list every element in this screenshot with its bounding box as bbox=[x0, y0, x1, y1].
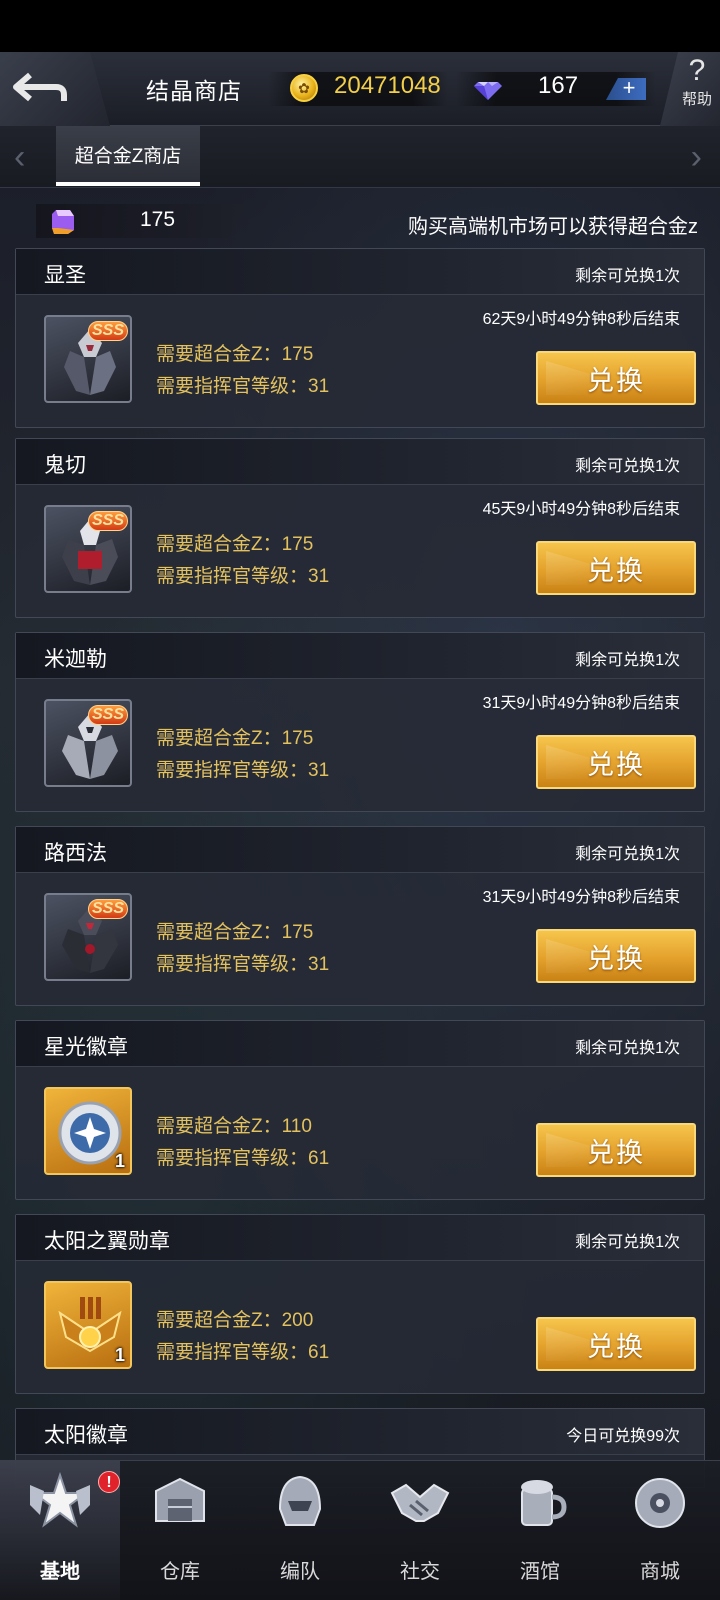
shop-orb-icon bbox=[635, 1478, 685, 1528]
item-remaining: 剩余可兑换1次 bbox=[575, 268, 680, 285]
item-remaining: 剩余可兑换1次 bbox=[575, 458, 680, 475]
required-level: 需要指挥官等级：31 bbox=[156, 566, 330, 587]
nav-base[interactable]: ! 基地 bbox=[0, 1461, 120, 1600]
exchange-button[interactable]: 兑换 bbox=[536, 541, 696, 595]
sun-wing-medal-icon bbox=[58, 1297, 122, 1353]
warehouse-icon bbox=[155, 1477, 205, 1522]
rarity-badge: SSS bbox=[87, 899, 128, 919]
gold-amount: 20471048 bbox=[334, 72, 441, 99]
item-remaining: 剩余可兑换1次 bbox=[575, 846, 680, 863]
required-alloy: 需要超合金Z：175 bbox=[156, 922, 314, 943]
shop-item-card: 星光徽章 剩余可兑换1次 1 需要超合金Z：110 需要指挥官等级：61 兑换 bbox=[15, 1020, 705, 1200]
back-button[interactable] bbox=[0, 52, 110, 126]
item-remaining: 剩余可兑换1次 bbox=[575, 652, 680, 669]
required-alloy: 需要超合金Z：175 bbox=[156, 344, 314, 365]
item-quantity: 1 bbox=[114, 1345, 125, 1365]
item-remaining: 剩余可兑换1次 bbox=[575, 1040, 680, 1057]
item-thumbnail[interactable]: SSS bbox=[44, 315, 132, 403]
bottom-navigation: ! 基地 仓库 编队 社交 酒馆 商城 bbox=[0, 1460, 720, 1600]
required-alloy: 需要超合金Z：110 bbox=[156, 1116, 312, 1137]
item-thumbnail[interactable]: SSS bbox=[44, 505, 132, 593]
question-icon: ? bbox=[688, 54, 706, 87]
nav-label: 酒馆 bbox=[520, 1561, 560, 1583]
item-timer: 62天9小时49分钟8秒后结束 bbox=[482, 311, 680, 328]
tab-prev-chevron-icon[interactable]: ‹ bbox=[14, 140, 25, 174]
back-arrow-icon bbox=[13, 72, 67, 102]
handshake-icon bbox=[390, 1483, 450, 1522]
exchange-button[interactable]: 兑换 bbox=[536, 929, 696, 983]
item-quantity: 1 bbox=[114, 1151, 125, 1171]
gold-coin-icon: ✿ bbox=[290, 74, 318, 102]
nav-social[interactable]: 社交 bbox=[360, 1461, 480, 1600]
rarity-badge: SSS bbox=[87, 705, 128, 725]
tab-next-chevron-icon[interactable]: › bbox=[691, 140, 702, 174]
help-label: 帮助 bbox=[681, 91, 712, 108]
page-title: 结晶商店 bbox=[146, 78, 242, 104]
nav-warehouse[interactable]: 仓库 bbox=[120, 1461, 240, 1600]
nav-tavern[interactable]: 酒馆 bbox=[480, 1461, 600, 1600]
item-name: 星光徽章 bbox=[44, 1036, 128, 1059]
shop-item-card: 鬼切 剩余可兑换1次 45天9小时49分钟8秒后结束 SSS 需要超合金Z：17… bbox=[15, 438, 705, 618]
base-star-icon bbox=[30, 1471, 90, 1528]
item-timer: 31天9小时49分钟8秒后结束 bbox=[482, 889, 680, 906]
item-timer: 45天9小时49分钟8秒后结束 bbox=[482, 501, 680, 518]
item-name: 米迦勒 bbox=[44, 648, 107, 671]
tab-alloy-z-shop[interactable]: 超合金Z商店 bbox=[56, 126, 200, 186]
nav-shop[interactable]: 商城 bbox=[600, 1461, 720, 1600]
nav-label: 编队 bbox=[280, 1561, 320, 1583]
item-remaining: 剩余可兑换1次 bbox=[575, 1234, 680, 1251]
item-name: 路西法 bbox=[44, 842, 107, 865]
required-alloy: 需要超合金Z：200 bbox=[156, 1310, 314, 1331]
exchange-button[interactable]: 兑换 bbox=[536, 351, 696, 405]
exchange-button[interactable]: 兑换 bbox=[536, 735, 696, 789]
nav-label: 仓库 bbox=[160, 1561, 200, 1583]
item-thumbnail[interactable]: SSS bbox=[44, 699, 132, 787]
shop-item-card: 米迦勒 剩余可兑换1次 31天9小时49分钟8秒后结束 SSS 需要超合金Z：1… bbox=[15, 632, 705, 812]
item-remaining: 今日可兑换99次 bbox=[566, 1428, 680, 1445]
required-level: 需要指挥官等级：31 bbox=[156, 954, 330, 975]
exchange-button[interactable]: 兑换 bbox=[536, 1123, 696, 1177]
nav-label: 基地 bbox=[40, 1561, 80, 1583]
nav-label: 社交 bbox=[400, 1561, 440, 1583]
required-alloy: 需要超合金Z：175 bbox=[156, 728, 314, 749]
required-level: 需要指挥官等级：61 bbox=[156, 1148, 330, 1169]
tab-bar: ‹ 超合金Z商店 › bbox=[0, 126, 720, 188]
status-bar bbox=[0, 0, 720, 52]
diamond-amount: 167 bbox=[538, 72, 579, 99]
shop-item-card: 太阳之翼勋章 剩余可兑换1次 1 需要超合金Z：200 需要指挥官等级：61 兑… bbox=[15, 1214, 705, 1394]
item-timer: 31天9小时49分钟8秒后结束 bbox=[482, 695, 680, 712]
item-thumbnail[interactable]: 1 bbox=[44, 1087, 132, 1175]
shop-item-card: 显圣 剩余可兑换1次 62天9小时49分钟8秒后结束 SSS 需要超合金Z：17… bbox=[15, 248, 705, 428]
notification-badge: ! bbox=[98, 1471, 120, 1493]
balance-row: 175 购买高端机市场可以获得超合金z bbox=[0, 196, 720, 244]
star-badge-icon bbox=[58, 1101, 122, 1165]
required-level: 需要指挥官等级：61 bbox=[156, 1342, 330, 1363]
item-thumbnail[interactable]: SSS bbox=[44, 893, 132, 981]
alloy-crystal-icon bbox=[52, 210, 74, 234]
required-alloy: 需要超合金Z：175 bbox=[156, 534, 314, 555]
required-level: 需要指挥官等级：31 bbox=[156, 760, 330, 781]
exchange-button[interactable]: 兑换 bbox=[536, 1317, 696, 1371]
nav-label: 商城 bbox=[640, 1561, 680, 1583]
item-thumbnail[interactable]: 1 bbox=[44, 1281, 132, 1369]
helmet-icon bbox=[278, 1475, 322, 1526]
diamond-icon bbox=[474, 82, 502, 100]
shop-item-card: 路西法 剩余可兑换1次 31天9小时49分钟8秒后结束 SSS 需要超合金Z：1… bbox=[15, 826, 705, 1006]
tavern-icon bbox=[521, 1480, 567, 1526]
item-name: 显圣 bbox=[44, 264, 86, 287]
required-level: 需要指挥官等级：31 bbox=[156, 376, 330, 397]
alloy-source-info: 购买高端机市场可以获得超合金z bbox=[408, 216, 698, 238]
item-name: 太阳之翼勋章 bbox=[44, 1230, 170, 1253]
alloy-balance: 175 bbox=[140, 208, 176, 231]
rarity-badge: SSS bbox=[87, 511, 128, 531]
item-name: 太阳徽章 bbox=[44, 1424, 128, 1447]
nav-formation[interactable]: 编队 bbox=[240, 1461, 360, 1600]
item-name: 鬼切 bbox=[44, 454, 86, 477]
rarity-badge: SSS bbox=[87, 321, 128, 341]
